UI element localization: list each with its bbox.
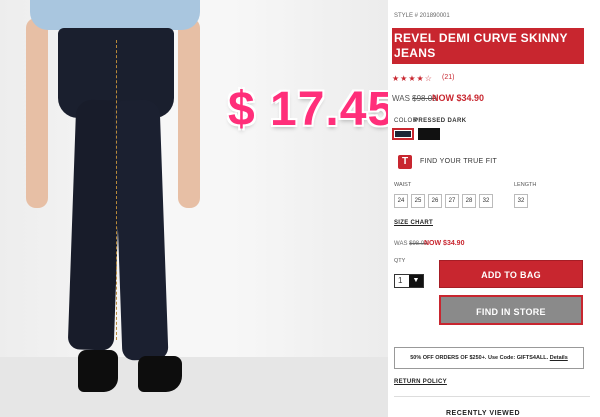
right-heel-shoe (138, 356, 182, 392)
color-swatch-pressed-dark[interactable] (392, 128, 414, 140)
was-label: WAS (394, 241, 410, 247)
promo-details-link[interactable]: Details (550, 355, 568, 361)
was-price-repeat: WAS $98.00 (394, 241, 427, 247)
now-price-repeat: NOW $34.90 (424, 240, 465, 247)
promo-banner: 50% OFF ORDERS OF $250+. Use Code: GIFTS… (394, 347, 584, 369)
style-number: STYLE # 201890001 (394, 13, 450, 19)
model-shirt (30, 0, 200, 30)
waist-size-button[interactable]: 32 (479, 194, 493, 208)
left-heel-shoe (78, 350, 118, 392)
was-label: WAS (392, 94, 413, 103)
review-count-link[interactable]: (21) (442, 74, 454, 81)
length-size-options: 32 (514, 194, 528, 208)
waist-size-button[interactable]: 26 (428, 194, 442, 208)
quantity-select[interactable]: 1 ▼ (394, 274, 424, 288)
length-size-button[interactable]: 32 (514, 194, 528, 208)
true-fit-link[interactable]: FIND YOUR TRUE FIT (420, 158, 497, 165)
size-chart-link[interactable]: SIZE CHART (394, 220, 433, 226)
jeans-seam (116, 40, 117, 340)
product-title: REVEL DEMI CURVE SKINNY JEANS (392, 28, 584, 64)
color-swatch-black[interactable] (418, 128, 440, 140)
jeans-right-leg (113, 99, 169, 361)
waist-label: WAIST (394, 182, 412, 188)
product-details-panel: STYLE # 201890001 REVEL DEMI CURVE SKINN… (388, 0, 600, 417)
rating-stars[interactable]: ★★★★☆ (392, 74, 433, 83)
model-left-arm (26, 18, 48, 208)
waist-size-options: 24 25 26 27 28 32 (394, 194, 493, 208)
section-divider (394, 396, 590, 397)
promo-price-overlay: $ 17.45 (228, 83, 396, 136)
product-image (0, 0, 388, 417)
color-selected-name: PRESSED DARK (414, 118, 467, 124)
true-fit-icon[interactable]: T (398, 155, 412, 169)
quantity-label: QTY (394, 258, 406, 264)
length-label: LENGTH (514, 182, 537, 188)
photo-floor (0, 357, 388, 417)
model-right-arm (178, 18, 200, 208)
add-to-bag-button[interactable]: ADD TO BAG (439, 260, 583, 288)
waist-size-button[interactable]: 24 (394, 194, 408, 208)
recently-viewed-heading: RECENTLY VIEWED (446, 410, 521, 417)
quantity-value: 1 (398, 276, 403, 285)
was-price: WAS $98.00 (392, 94, 437, 103)
waist-size-button[interactable]: 28 (462, 194, 476, 208)
find-in-store-button[interactable]: FIND IN STORE (439, 295, 583, 325)
chevron-down-icon[interactable]: ▼ (409, 275, 423, 287)
now-price: NOW $34.90 (432, 93, 485, 103)
return-policy-link[interactable]: RETURN POLICY (394, 379, 447, 385)
waist-size-button[interactable]: 25 (411, 194, 425, 208)
promo-text: 50% OFF ORDERS OF $250+. Use Code: GIFTS… (410, 355, 550, 361)
waist-size-button[interactable]: 27 (445, 194, 459, 208)
